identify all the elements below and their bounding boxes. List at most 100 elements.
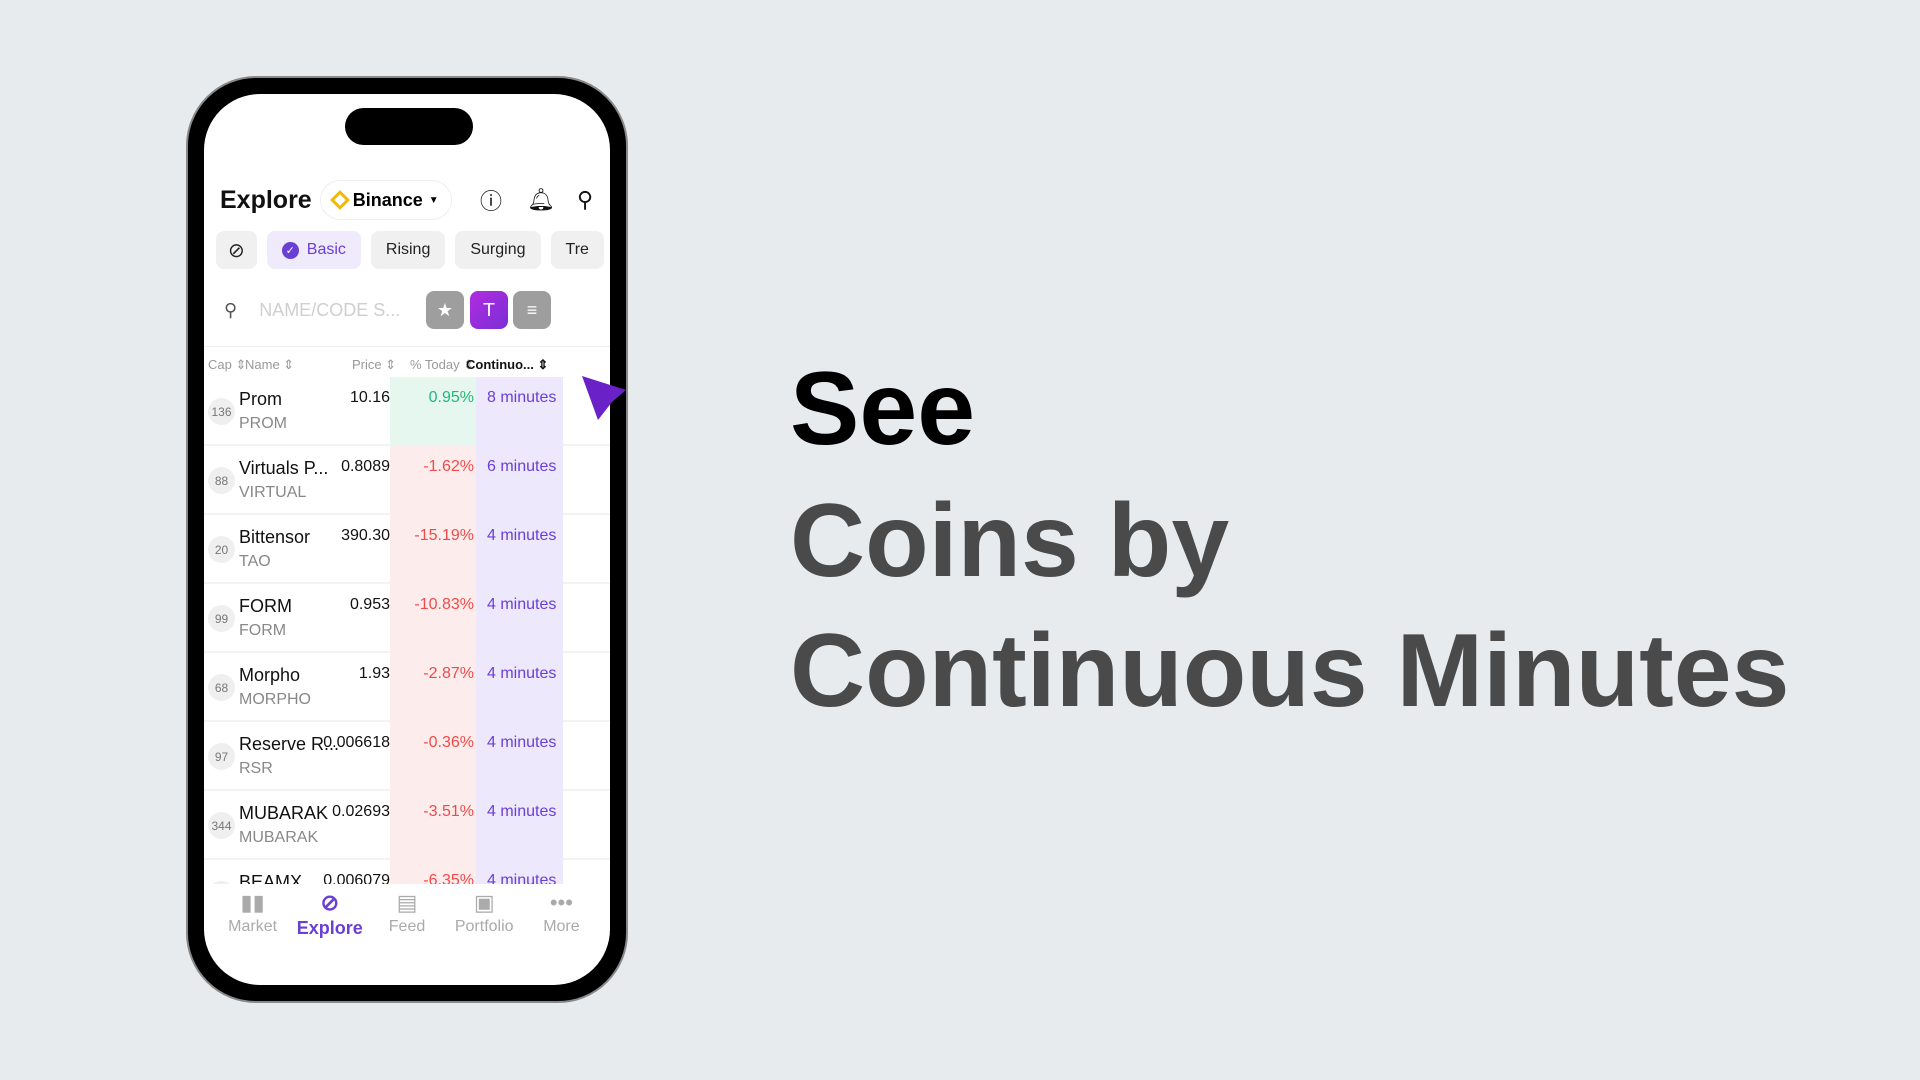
bell-icon[interactable]: 🔔︎ <box>526 180 556 220</box>
coin-price: 0.006079 <box>323 872 390 884</box>
caret-down-icon: ▼ <box>428 194 439 206</box>
coin-price: 10.16 <box>349 389 390 406</box>
chip-trending[interactable]: Tre <box>550 231 604 269</box>
search-icon: ⚲ <box>224 299 238 320</box>
coin-symbol: TAO <box>239 553 271 570</box>
table-row[interactable]: BEAMX 0.006079 -6.35% 4 minutes <box>204 860 610 884</box>
percent-today: -0.36% <box>390 722 476 791</box>
phone-screen: Explore Binance ▼ ⓘ 🔔︎ ⚲ ⊘ ✓ Basic Rising… <box>204 94 610 985</box>
more-dots-icon: ••• <box>549 890 573 915</box>
coin-price: 390.30 <box>341 527 390 544</box>
col-name[interactable]: Name ⇕ <box>245 357 294 373</box>
filter-chips: ⊘ ✓ Basic Rising Surging Tre <box>216 231 604 269</box>
chip-basic[interactable]: ✓ Basic <box>266 231 361 269</box>
nav-label: More <box>543 918 580 935</box>
market-cap-rank: 99 <box>208 605 235 632</box>
coin-price: 0.953 <box>349 596 390 613</box>
nav-feed[interactable]: ▤ Feed <box>368 888 445 958</box>
table-row[interactable]: 68 Morpho MORPHO 1.93 -2.87% 4 minutes <box>204 653 610 722</box>
nav-label: Feed <box>388 918 426 935</box>
percent-today: -15.19% <box>390 515 476 584</box>
coin-name: MUBARAK <box>239 803 329 823</box>
nav-portfolio[interactable]: ▣ Portfolio <box>446 888 523 958</box>
coin-symbol: MUBARAK <box>239 829 319 846</box>
continuous-minutes: 8 minutes <box>476 377 563 446</box>
continuous-minutes: 4 minutes <box>476 653 563 722</box>
bottom-nav: ▮▮ Market ⊘ Explore ▤ Feed ▣ Portfolio ••• Mo… <box>204 888 610 958</box>
exchange-selector[interactable]: Binance ▼ <box>319 180 452 220</box>
phone-frame: Explore Binance ▼ ⓘ 🔔︎ ⚲ ⊘ ✓ Basic Rising… <box>186 76 628 1003</box>
wallet-icon: ▣ <box>473 890 495 915</box>
continuous-minutes: 4 minutes <box>476 515 563 584</box>
market-cap-rank: 136 <box>208 398 235 425</box>
bar-chart-icon: ▮▮ <box>240 890 265 915</box>
search-icon[interactable]: ⚲ <box>570 180 600 220</box>
page-title: Explore <box>220 185 312 214</box>
coin-name: Morpho <box>239 665 301 685</box>
market-cap-rank: 97 <box>208 743 235 770</box>
nav-more[interactable]: ••• More <box>523 888 600 958</box>
feed-icon: ▤ <box>396 890 418 915</box>
table-row[interactable]: 88 Virtuals P... VIRTUAL 0.8089 -1.62% 6… <box>204 446 610 515</box>
nav-explore[interactable]: ⊘ Explore <box>291 888 368 958</box>
coin-price: 0.006618 <box>323 734 390 751</box>
table-row[interactable]: 99 FORM FORM 0.953 -10.83% 4 minutes <box>204 584 610 653</box>
check-icon: ✓ <box>281 241 299 259</box>
col-continuous[interactable]: Continuo... ⇕ <box>466 357 548 373</box>
nav-label: Market <box>228 918 278 935</box>
coin-price: 0.02693 <box>332 803 390 820</box>
percent-today: 0.95% <box>390 377 476 446</box>
exchange-name: Binance <box>352 189 423 210</box>
market-cap-rank: 88 <box>208 467 235 494</box>
market-cap-rank: 68 <box>208 674 235 701</box>
table-row[interactable]: 20 Bittensor TAO 390.30 -15.19% 4 minute… <box>204 515 610 584</box>
coin-symbol: VIRTUAL <box>239 484 307 501</box>
compass-chip[interactable]: ⊘ <box>216 231 257 269</box>
paint-roller-button[interactable]: 𝖳 <box>470 291 508 329</box>
continuous-minutes: 4 minutes <box>476 584 563 653</box>
market-cap-rank <box>208 881 235 884</box>
table-header: Cap ⇕ Name ⇕ Price ⇕ % Today ⇕ Continuo.… <box>204 346 610 376</box>
coin-name: Prom <box>239 389 283 409</box>
dynamic-island <box>345 108 473 145</box>
col-cap[interactable]: Cap ⇕ <box>208 357 246 373</box>
table-row[interactable]: 344 MUBARAK MUBARAK 0.02693 -3.51% 4 min… <box>204 791 610 860</box>
coin-price: 1.93 <box>358 665 390 682</box>
search-bar: ⚲ ★ 𝖳 ≡ <box>204 286 610 334</box>
continuous-minutes: 4 minutes <box>476 791 563 860</box>
coin-symbol: MORPHO <box>239 691 311 708</box>
info-icon[interactable]: ⓘ <box>476 180 506 220</box>
coin-name: Bittensor <box>239 527 311 547</box>
col-price[interactable]: Price ⇕ <box>352 357 396 373</box>
percent-today: -1.62% <box>390 446 476 515</box>
percent-today: -2.87% <box>390 653 476 722</box>
continuous-minutes: 4 minutes <box>476 722 563 791</box>
table-row[interactable]: 97 Reserve R... RSR 0.006618 -0.36% 4 mi… <box>204 722 610 791</box>
chip-label: Basic <box>306 241 346 258</box>
compass-icon: ⊘ <box>320 890 340 915</box>
headline-line1: See <box>790 351 976 467</box>
market-cap-rank: 344 <box>208 812 235 839</box>
percent-today: -3.51% <box>390 791 476 860</box>
market-cap-rank: 20 <box>208 536 235 563</box>
nav-market[interactable]: ▮▮ Market <box>214 888 291 958</box>
binance-logo-icon <box>329 190 350 210</box>
col-today[interactable]: % Today ⇕ <box>410 357 474 373</box>
edit-list-button[interactable]: ≡ <box>513 291 551 329</box>
coin-symbol: RSR <box>239 760 273 777</box>
table-row[interactable]: 136 Prom PROM 10.16 0.95% 8 minutes <box>204 377 610 446</box>
coin-name: FORM <box>239 596 292 616</box>
cursor-arrow-icon <box>582 376 626 420</box>
percent-today: -10.83% <box>390 584 476 653</box>
chip-surging[interactable]: Surging <box>455 231 541 269</box>
nav-label: Portfolio <box>454 918 514 935</box>
continuous-minutes: 4 minutes <box>476 860 563 884</box>
percent-today: -6.35% <box>390 860 476 884</box>
coin-symbol: PROM <box>239 415 287 432</box>
coin-name: BEAMX <box>239 872 303 884</box>
nav-label: Explore <box>296 918 363 938</box>
chip-rising[interactable]: Rising <box>370 231 446 269</box>
favorite-star-button[interactable]: ★ <box>426 291 464 329</box>
coin-symbol: FORM <box>239 622 287 639</box>
continuous-minutes: 6 minutes <box>476 446 563 515</box>
